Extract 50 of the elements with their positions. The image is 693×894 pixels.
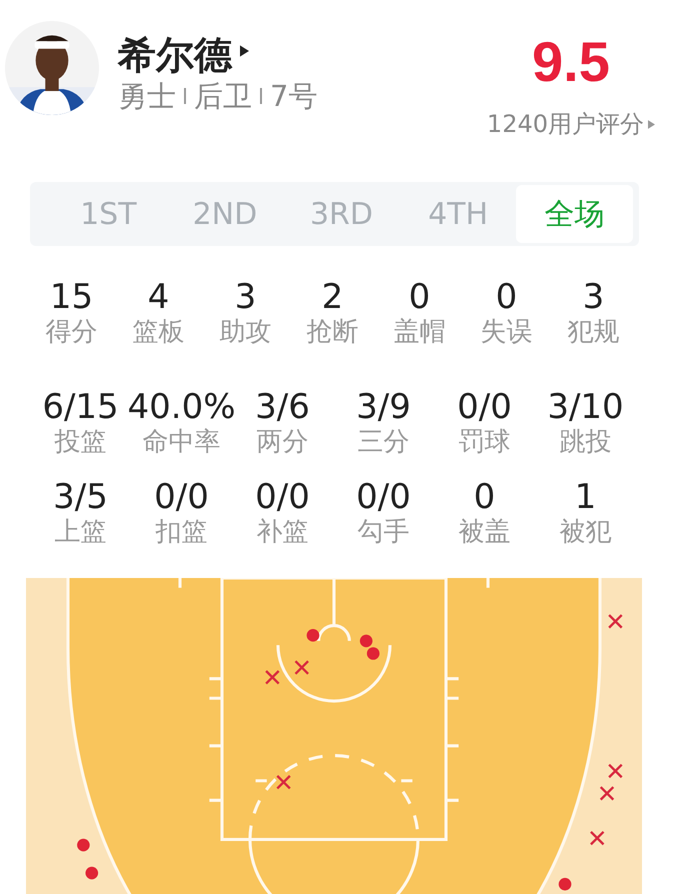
stat-label: 篮板 [132, 316, 184, 348]
period-tab[interactable]: 1ST [50, 182, 167, 246]
period-tab[interactable]: 3RD [283, 182, 400, 246]
stat-value: 1 [574, 478, 596, 516]
stat-value: 0 [496, 278, 518, 316]
stat-label: 被盖 [458, 516, 510, 548]
stat-value: 2 [322, 278, 344, 316]
period-tab[interactable]: 2ND [166, 182, 284, 246]
team-name: 勇士 [118, 78, 176, 114]
stat-value: 0/0 [356, 478, 411, 516]
stat-label: 助攻 [220, 316, 272, 348]
stat-value: 0/0 [457, 388, 512, 426]
stat-value: 6/15 [42, 388, 119, 426]
caret-icon[interactable] [240, 45, 249, 57]
stat-label: 罚球 [458, 426, 510, 458]
stat-value: 3/9 [356, 388, 411, 426]
stat-value: 40.0% [128, 388, 236, 426]
stat-value: 4 [148, 278, 170, 316]
stat-label: 命中率 [142, 426, 220, 458]
stat-label: 跳投 [560, 426, 612, 458]
stat-label: 被犯 [560, 516, 612, 548]
stat-label: 失误 [480, 316, 532, 348]
stat-value: 3/6 [255, 388, 310, 426]
stat-value: 3/5 [53, 478, 108, 516]
rating-score: 9.5 [532, 30, 610, 94]
player-position: 后卫 [194, 78, 252, 114]
stat-label: 犯规 [568, 316, 620, 348]
stat-label: 勾手 [358, 516, 410, 548]
stat-label: 三分 [358, 426, 410, 458]
stat-value: 15 [50, 278, 94, 316]
jersey-number: 7号 [270, 78, 318, 114]
stat-value: 3 [234, 278, 256, 316]
stat-label: 扣篮 [156, 516, 208, 548]
stat-label: 盖帽 [394, 316, 446, 348]
stat-value: 0 [474, 478, 496, 516]
rating-count-link[interactable]: 1240用户评分 [486, 108, 644, 140]
stat-value: 0 [408, 278, 430, 316]
stat-label: 补篮 [256, 516, 308, 548]
stat-value: 0/0 [255, 478, 310, 516]
period-tab[interactable]: 全场 [516, 185, 633, 243]
stat-label: 上篮 [54, 516, 106, 548]
period-tab[interactable]: 4TH [400, 182, 516, 246]
stat-label: 投篮 [54, 426, 106, 458]
stat-label: 抢断 [306, 316, 358, 348]
player-name[interactable]: 希尔德 [118, 32, 232, 78]
stat-value: 0/0 [154, 478, 209, 516]
stat-value: 3 [582, 278, 604, 316]
stat-label: 两分 [256, 426, 308, 458]
stat-value: 3/10 [547, 388, 624, 426]
stat-label: 得分 [46, 316, 98, 348]
